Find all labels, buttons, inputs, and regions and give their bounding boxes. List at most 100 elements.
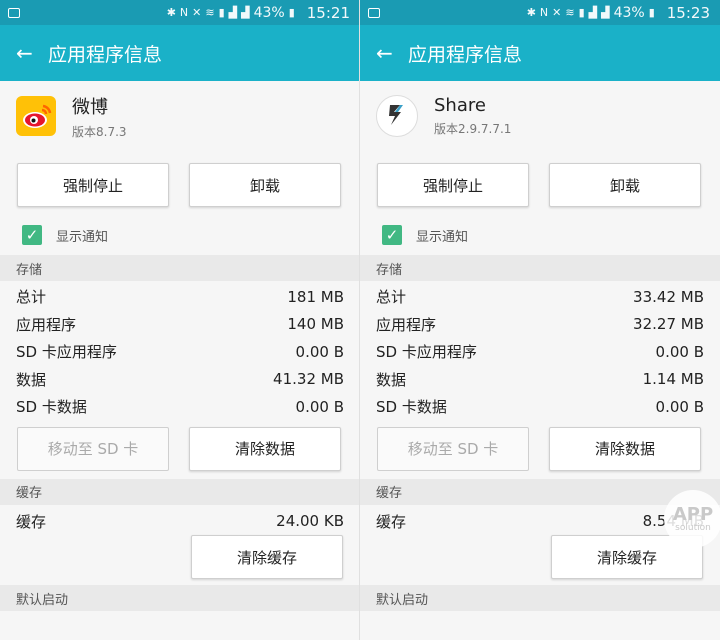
- app-header: 微博 版本8.7.3: [0, 81, 360, 151]
- row-value: 140 MB: [287, 315, 344, 334]
- clear-cache-button[interactable]: 清除缓存: [191, 535, 343, 579]
- notification-icon: [368, 7, 380, 18]
- app-bar: ← 应用程序信息: [360, 25, 720, 81]
- storage-section-header: 存储: [0, 255, 360, 281]
- row-label: 应用程序: [376, 315, 437, 334]
- table-row: SD 卡应用程序 0.00 B: [360, 338, 720, 366]
- table-row: 数据 1.14 MB: [360, 366, 720, 394]
- row-label: SD 卡应用程序: [376, 343, 477, 362]
- table-row: 应用程序 32.27 MB: [360, 311, 720, 339]
- show-notifications-checkbox[interactable]: ✓: [382, 225, 402, 245]
- row-label: 应用程序: [16, 315, 77, 334]
- show-notifications-label: 显示通知: [56, 229, 109, 245]
- cache-value: 24.00 KB: [276, 512, 344, 531]
- signal-icon: ▟: [228, 6, 238, 19]
- force-stop-button[interactable]: 强制停止: [17, 163, 169, 207]
- row-value: 0.00 B: [295, 342, 344, 361]
- screenshot-composite: ✱ N ✕ ≋ ▮ ▟ ▟ 43% ▮ 15:21 ← 应用程序信息 微博 版本…: [0, 0, 720, 640]
- show-notifications-row[interactable]: ✓ 显示通知: [0, 215, 360, 255]
- battery-icon: ▮: [288, 6, 295, 19]
- table-row: 数据 41.32 MB: [0, 366, 360, 394]
- uninstall-button[interactable]: 卸载: [189, 163, 341, 207]
- signal-icon-2: ▟: [601, 6, 610, 19]
- cache-label: 缓存: [376, 512, 407, 531]
- wifi-icon: ≋: [205, 6, 215, 19]
- table-row: 应用程序 140 MB: [0, 311, 360, 339]
- row-value: 32.27 MB: [633, 315, 704, 334]
- battery-percent: 43%: [613, 4, 645, 21]
- mute-icon: ✕: [192, 6, 202, 19]
- row-label: SD 卡应用程序: [16, 343, 117, 362]
- status-time: 15:21: [306, 3, 350, 22]
- row-label: 总计: [16, 288, 47, 307]
- row-value: 1.14 MB: [642, 370, 704, 389]
- notification-icon: [8, 7, 20, 18]
- app-version: 版本2.9.7.7.1: [434, 122, 512, 136]
- table-row: 总计 33.42 MB: [360, 283, 720, 311]
- nfc-icon: N: [539, 6, 549, 19]
- show-notifications-checkbox[interactable]: ✓: [22, 225, 42, 245]
- nfc-icon: N: [179, 6, 189, 19]
- row-value: 0.00 B: [655, 342, 704, 361]
- app-solution-watermark: APP solution: [664, 490, 720, 548]
- app-header: Share 版本2.9.7.7.1: [360, 81, 720, 151]
- force-stop-button[interactable]: 强制停止: [377, 163, 529, 207]
- move-to-sd-button[interactable]: 移动至 SD 卡: [377, 426, 529, 471]
- back-arrow-icon[interactable]: ←: [16, 41, 48, 65]
- row-label: 总计: [376, 288, 407, 307]
- row-label: SD 卡数据: [376, 398, 447, 417]
- clear-data-button[interactable]: 清除数据: [189, 426, 341, 471]
- status-icons: ✱ N ✕ ≋ ▮ ▟ ▟ 43% ▮ 15:23: [527, 4, 710, 22]
- bluetooth-icon: ✱: [166, 6, 176, 19]
- table-row: SD 卡应用程序 0.00 B: [0, 338, 360, 366]
- watermark-text: APP: [672, 503, 714, 525]
- weibo-app-icon: [16, 96, 56, 136]
- wifi-icon: ≋: [565, 6, 575, 19]
- table-row: SD 卡数据 0.00 B: [360, 393, 720, 421]
- app-info-panel-weibo: ✱ N ✕ ≋ ▮ ▟ ▟ 43% ▮ 15:21 ← 应用程序信息 微博 版本…: [0, 0, 360, 640]
- table-row: 总计 181 MB: [0, 283, 360, 311]
- row-label: 数据: [16, 370, 47, 389]
- cache-label: 缓存: [16, 512, 47, 531]
- signal-icon: ▟: [588, 6, 598, 19]
- page-title: 应用程序信息: [48, 43, 163, 66]
- back-arrow-icon[interactable]: ←: [376, 41, 408, 65]
- app-bar: ← 应用程序信息: [0, 25, 360, 81]
- cache-section-header: 缓存: [360, 478, 720, 505]
- status-time: 15:23: [666, 3, 710, 22]
- app-name: 微博: [72, 96, 108, 118]
- storage-section-header: 存储: [360, 255, 720, 281]
- battery-icon: ▮: [648, 6, 655, 19]
- row-value: 181 MB: [287, 287, 344, 306]
- sim-icon: ▮: [218, 6, 225, 19]
- clear-data-button[interactable]: 清除数据: [549, 426, 701, 471]
- sim-icon: ▮: [578, 6, 585, 19]
- show-notifications-label: 显示通知: [416, 229, 469, 245]
- show-notifications-row[interactable]: ✓ 显示通知: [360, 215, 720, 255]
- app-version: 版本8.7.3: [72, 124, 127, 139]
- share-app-icon: [376, 95, 418, 137]
- app-info-panel-share: ✱ N ✕ ≋ ▮ ▟ ▟ 43% ▮ 15:23 ← 应用程序信息 Share…: [360, 0, 720, 640]
- row-value: 0.00 B: [655, 397, 704, 416]
- status-bar: ✱ N ✕ ≋ ▮ ▟ ▟ 43% ▮ 15:21: [0, 0, 360, 25]
- default-launch-section-header: 默认启动: [360, 585, 720, 611]
- uninstall-button[interactable]: 卸载: [549, 163, 701, 207]
- app-name: Share: [434, 95, 486, 116]
- row-value: 33.42 MB: [633, 287, 704, 306]
- row-value: 41.32 MB: [273, 370, 344, 389]
- default-launch-section-header: 默认启动: [0, 585, 360, 611]
- cache-section-header: 缓存: [0, 478, 360, 505]
- battery-percent: 43%: [253, 4, 285, 21]
- move-to-sd-button[interactable]: 移动至 SD 卡: [17, 426, 169, 471]
- status-icons: ✱ N ✕ ≋ ▮ ▟ ▟ 43% ▮ 15:21: [167, 4, 350, 22]
- row-value: 0.00 B: [295, 397, 344, 416]
- signal-icon-2: ▟: [241, 6, 250, 19]
- watermark-subtext: solution: [675, 522, 711, 533]
- cache-row: 缓存 24.00 KB: [0, 508, 360, 536]
- bluetooth-icon: ✱: [526, 6, 536, 19]
- mute-icon: ✕: [552, 6, 562, 19]
- storage-rows: 总计 181 MB 应用程序 140 MB SD 卡应用程序 0.00 B 数据 41.…: [0, 281, 360, 423]
- status-bar: ✱ N ✕ ≋ ▮ ▟ ▟ 43% ▮ 15:23: [360, 0, 720, 25]
- row-label: SD 卡数据: [16, 398, 87, 417]
- row-label: 数据: [376, 370, 407, 389]
